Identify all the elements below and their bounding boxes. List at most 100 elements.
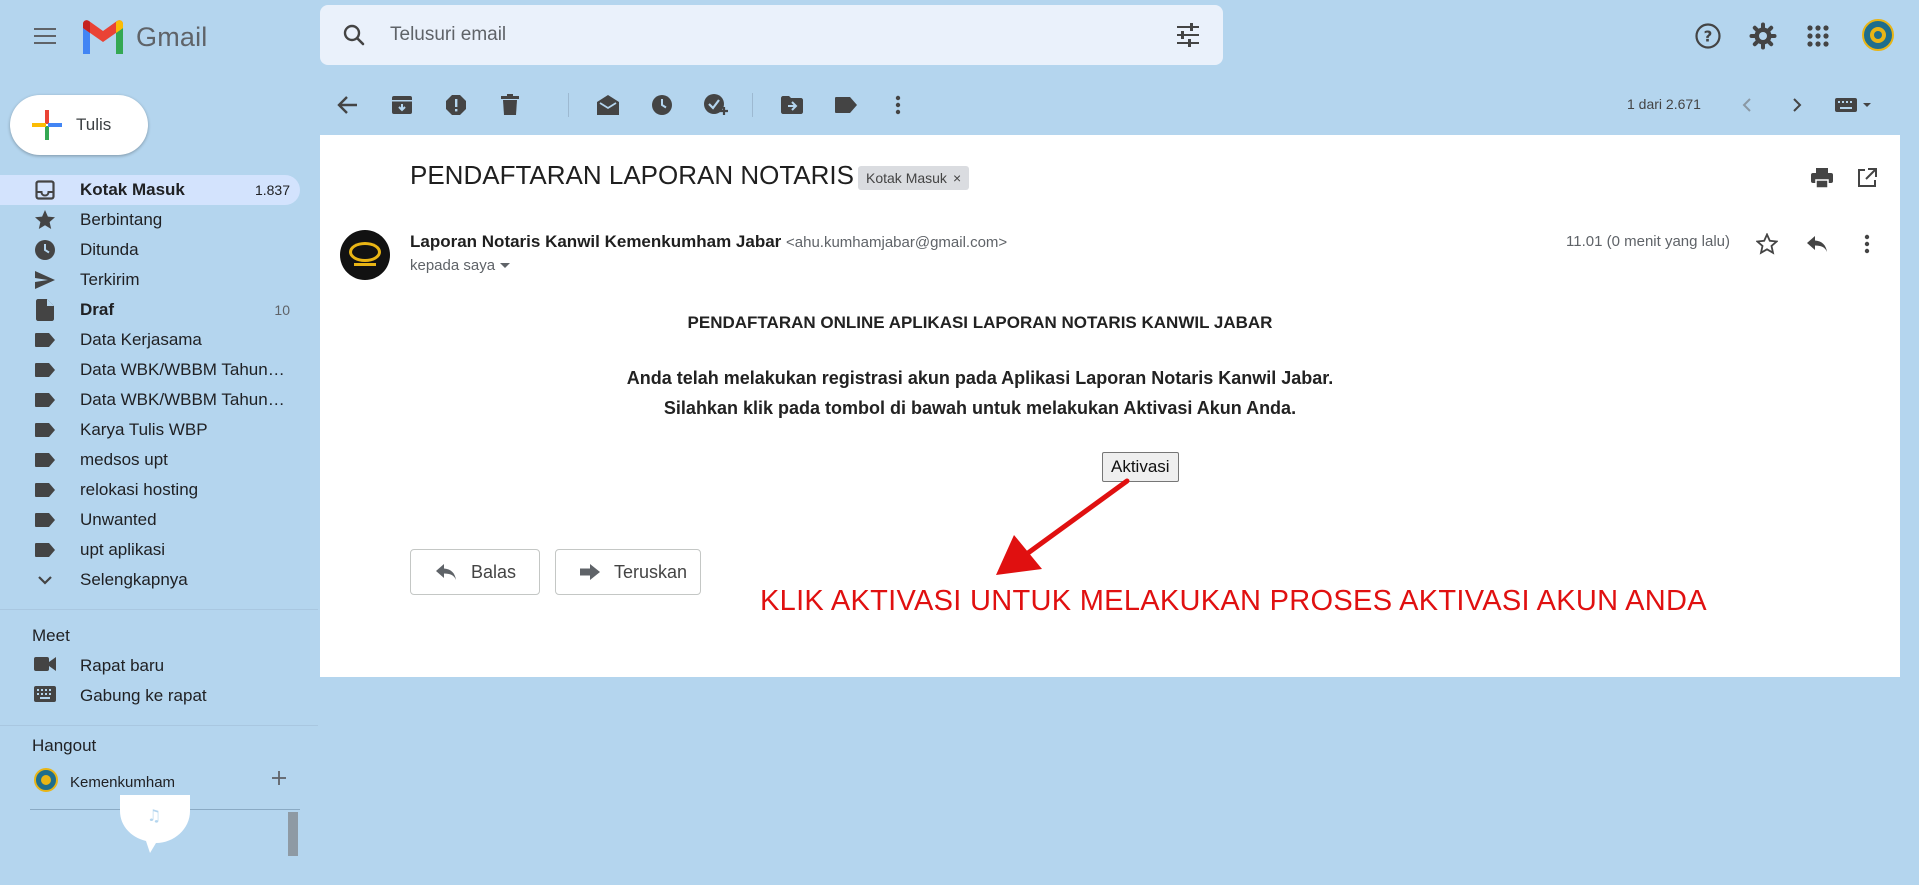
sidebar-item-snoozed[interactable]: Ditunda: [0, 235, 300, 265]
settings-gear-icon[interactable]: [1745, 18, 1781, 54]
hangout-contact[interactable]: Kemenkumham: [34, 768, 175, 797]
label-icon: [34, 359, 56, 381]
main-menu-button[interactable]: [26, 18, 62, 54]
print-icon[interactable]: [1807, 163, 1837, 193]
message-toolbar: 1 dari 2.671: [320, 82, 1900, 128]
sidebar-item-label-upt-aplikasi[interactable]: upt aplikasi: [0, 535, 300, 565]
sidebar-item-label-relokasi[interactable]: relokasi hosting: [0, 475, 300, 505]
mark-unread-icon[interactable]: [590, 87, 626, 123]
reply-button[interactable]: Balas: [410, 549, 540, 595]
search-icon[interactable]: [342, 23, 366, 47]
email-body-line: Anda telah melakukan registrasi akun pad…: [626, 368, 1334, 388]
toolbar-divider: [568, 93, 569, 117]
recipient-text: kepada saya: [410, 257, 496, 274]
label-icon: [34, 389, 56, 411]
back-icon[interactable]: [330, 87, 366, 123]
email-body-title: PENDAFTARAN ONLINE APLIKASI LAPORAN NOTA…: [687, 313, 1273, 332]
account-avatar[interactable]: [1862, 19, 1894, 51]
sidebar-item-label: Karya Tulis WBP: [80, 420, 208, 439]
delete-icon[interactable]: [492, 87, 528, 123]
more-options-icon[interactable]: [880, 87, 916, 123]
compose-label: Tulis: [76, 115, 112, 134]
sidebar-item-label: Data WBK/WBBM Tahun…: [80, 360, 285, 379]
label-icon: [34, 329, 56, 351]
draft-icon: [34, 299, 56, 321]
compose-button[interactable]: Tulis: [10, 95, 148, 155]
recipient-line[interactable]: kepada saya: [410, 257, 511, 274]
sidebar-item-label: Berbintang: [80, 210, 163, 229]
forward-arrow-icon: [580, 564, 600, 580]
label-icon: [34, 419, 56, 441]
report-spam-icon[interactable]: [438, 87, 474, 123]
sidebar-item-label: Draf: [80, 300, 115, 319]
sidebar-scrollbar[interactable]: [288, 812, 298, 856]
message-panel: PENDAFTARAN LAPORAN NOTARIS Kotak Masuk …: [320, 135, 1900, 677]
message-time: 11.01 (0 menit yang lalu): [1566, 233, 1730, 250]
sidebar-item-label: Unwanted: [80, 510, 157, 529]
sidebar-item-label-data-wbk-2[interactable]: Data WBK/WBBM Tahun…: [0, 385, 300, 415]
label-chip-text: Kotak Masuk: [866, 170, 947, 186]
sidebar-item-label-data-kerjasama[interactable]: Data Kerjasama: [0, 325, 300, 355]
app-name: Gmail: [136, 21, 208, 52]
add-task-icon[interactable]: [698, 87, 734, 123]
forward-label: Teruskan: [614, 561, 688, 582]
sidebar-item-label-unwanted[interactable]: Unwanted: [0, 505, 300, 535]
sidebar-item-label: medsos upt: [80, 450, 168, 469]
apps-grid-icon[interactable]: [1800, 18, 1836, 54]
new-meeting-button[interactable]: Rapat baru: [34, 651, 164, 681]
move-to-icon[interactable]: [774, 87, 810, 123]
gmail-logo[interactable]: Gmail: [80, 17, 208, 57]
activation-button[interactable]: Aktivasi: [1102, 452, 1179, 482]
add-hangout-icon[interactable]: [270, 769, 288, 792]
inbox-label-chip: Kotak Masuk ×: [858, 166, 970, 190]
recipient-details-chevron-icon[interactable]: [499, 257, 511, 274]
sidebar-item-starred[interactable]: Berbintang: [0, 205, 300, 235]
search-bar: [320, 5, 1223, 65]
search-options-icon[interactable]: [1175, 23, 1201, 47]
contact-avatar: [34, 768, 58, 797]
sidebar-item-more[interactable]: Selengkapnya: [0, 565, 300, 595]
svg-text:♫: ♫: [147, 806, 161, 825]
star-toggle-icon[interactable]: [1750, 227, 1784, 261]
pagination-info: 1 dari 2.671: [1627, 96, 1701, 112]
sender-name[interactable]: Laporan Notaris Kanwil Kemenkumham Jabar…: [410, 232, 1007, 252]
message-more-icon[interactable]: [1850, 227, 1884, 261]
meet-heading: Meet: [32, 626, 70, 645]
hangout-contact-name: Kemenkumham: [70, 774, 176, 791]
sidebar-item-label: Ditunda: [80, 240, 139, 259]
sidebar-item-label: Terkirim: [80, 270, 140, 289]
older-chevron-icon[interactable]: [1779, 87, 1815, 123]
sidebar-item-label-data-wbk-1[interactable]: Data WBK/WBBM Tahun…: [0, 355, 300, 385]
open-new-window-icon[interactable]: [1852, 163, 1882, 193]
sender-name-text: Laporan Notaris Kanwil Kemenkumham Jabar: [410, 232, 782, 251]
search-input[interactable]: [390, 5, 1130, 65]
sidebar-item-sent[interactable]: Terkirim: [0, 265, 300, 295]
draft-count: 10: [274, 302, 290, 318]
message-subject: PENDAFTARAN LAPORAN NOTARIS: [410, 160, 854, 190]
gmail-m-icon: [83, 20, 123, 54]
sidebar-item-label-medsos[interactable]: medsos upt: [0, 445, 300, 475]
sidebar-item-label: Data Kerjasama: [80, 330, 202, 349]
labels-icon[interactable]: [828, 87, 864, 123]
sidebar-item-label-karya-tulis[interactable]: Karya Tulis WBP: [0, 415, 300, 445]
reply-icon[interactable]: [1800, 227, 1834, 261]
sidebar-divider: [0, 609, 318, 610]
sidebar-item-inbox[interactable]: Kotak Masuk 1.837: [0, 175, 300, 205]
sidebar-item-label: relokasi hosting: [80, 480, 199, 499]
label-icon: [34, 479, 56, 501]
reply-label: Balas: [471, 561, 517, 582]
newer-chevron-icon[interactable]: [1729, 87, 1765, 123]
sidebar-item-drafts[interactable]: Draf 10: [0, 295, 300, 325]
archive-icon[interactable]: [384, 87, 420, 123]
join-meeting-label: Gabung ke rapat: [80, 686, 207, 705]
input-tools-keyboard-icon[interactable]: [1830, 87, 1880, 123]
hangout-bubble-icon: ♫: [118, 795, 192, 860]
help-icon[interactable]: ?: [1690, 18, 1726, 54]
remove-label-icon[interactable]: ×: [953, 170, 961, 186]
forward-button[interactable]: Teruskan: [555, 549, 701, 595]
join-meeting-button[interactable]: Gabung ke rapat: [34, 681, 207, 711]
snooze-icon[interactable]: [644, 87, 680, 123]
unread-count: 1.837: [254, 182, 290, 198]
sender-avatar[interactable]: [340, 230, 390, 280]
toolbar-divider: [752, 93, 753, 117]
